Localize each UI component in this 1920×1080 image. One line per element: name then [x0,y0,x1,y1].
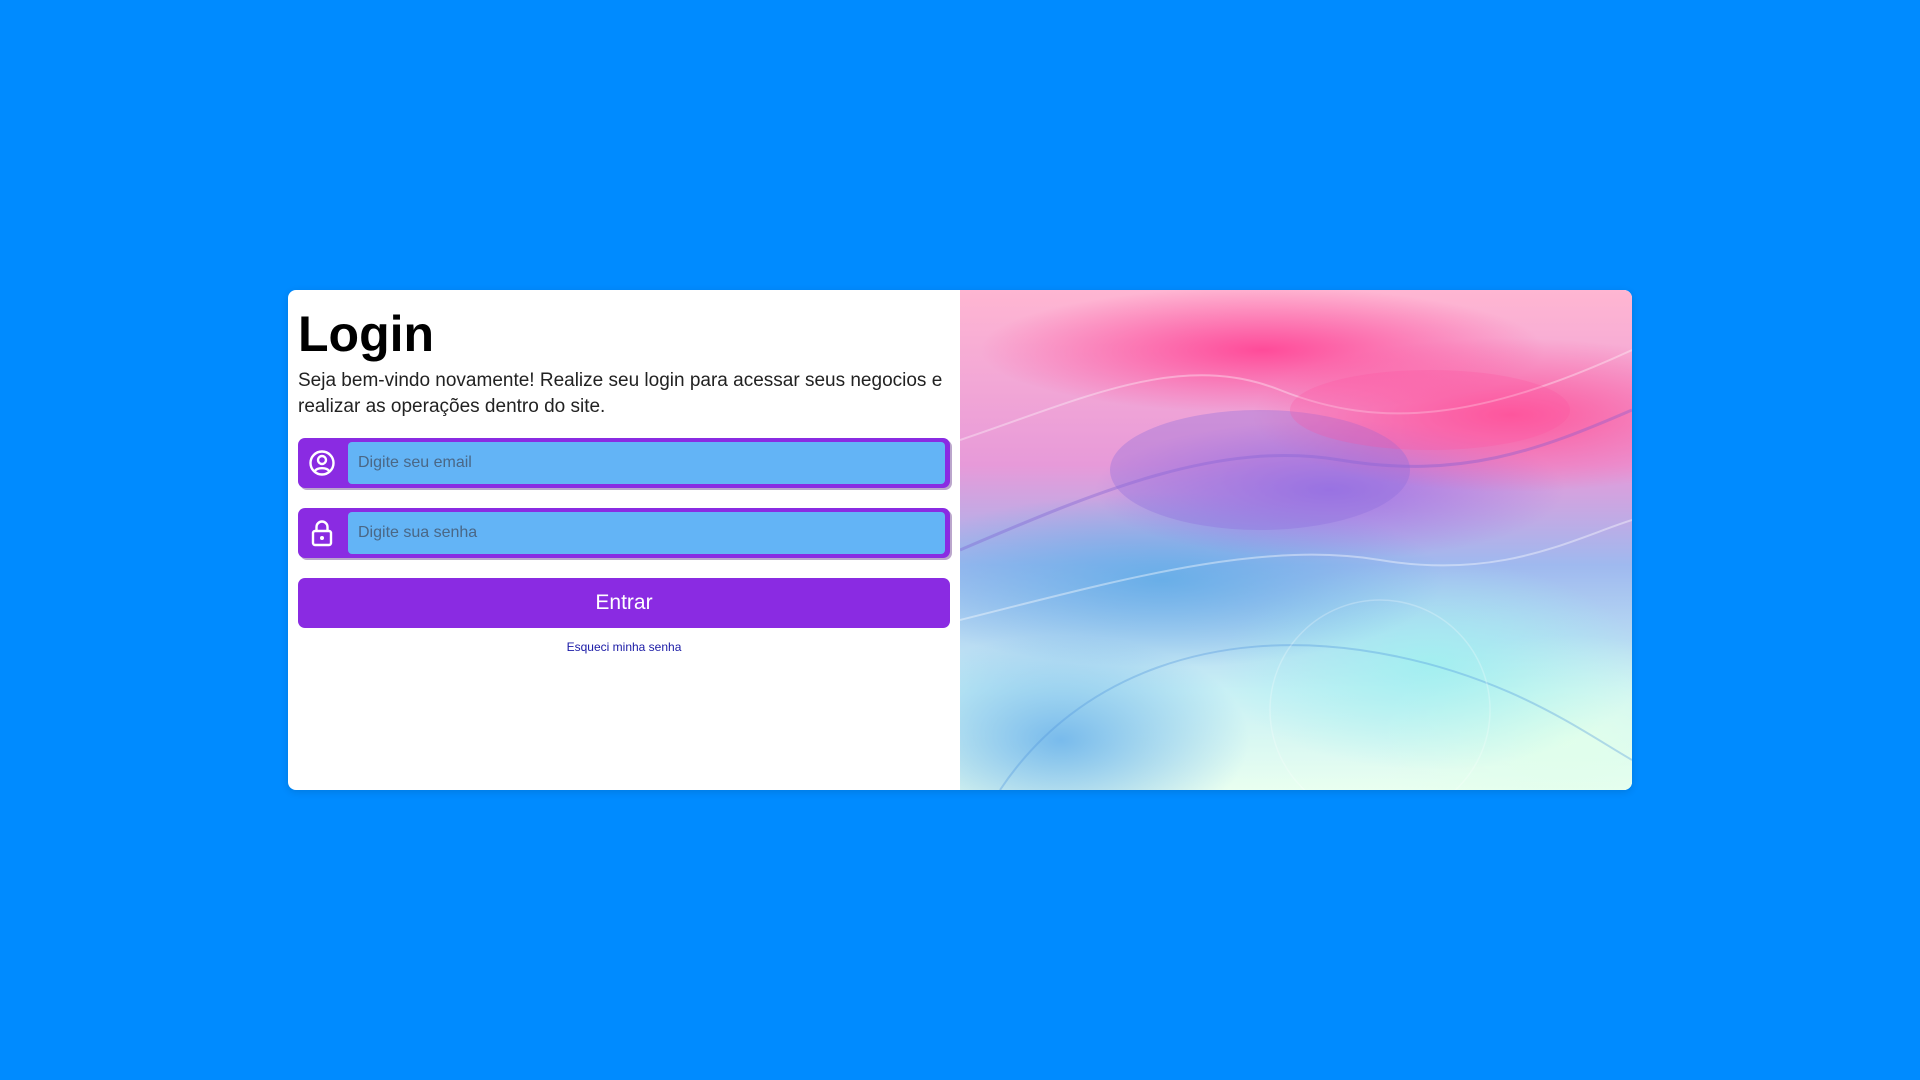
login-card: Login Seja bem-vindo novamente! Realize … [288,290,1632,790]
password-field-group [298,508,950,558]
decorative-background-image [960,290,1632,790]
user-circle-icon [304,445,340,481]
welcome-text: Seja bem-vindo novamente! Realize seu lo… [298,370,943,417]
lock-icon [304,515,340,551]
abstract-waves-art [960,349,1632,790]
login-form-panel: Login Seja bem-vindo novamente! Realize … [288,290,960,790]
password-field[interactable] [348,512,945,554]
login-button[interactable]: Entrar [298,578,950,628]
page-title: Login [298,306,435,362]
email-field[interactable] [348,442,945,484]
forgot-password-link[interactable]: Esqueci minha senha [298,640,950,654]
email-field-group [298,438,950,488]
